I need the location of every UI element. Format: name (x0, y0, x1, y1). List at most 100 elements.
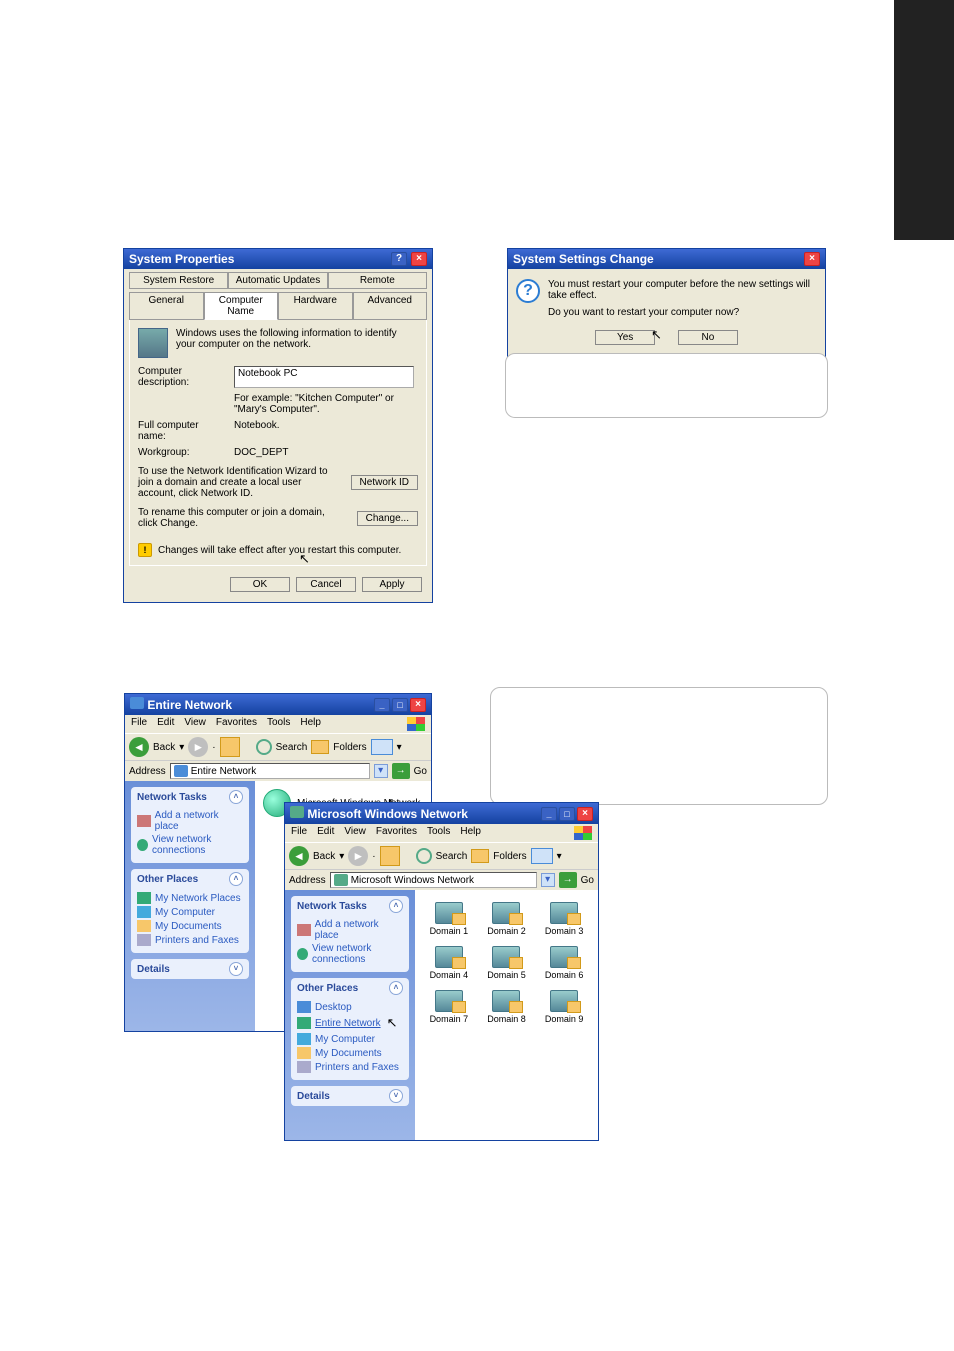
menu-view[interactable]: View (344, 826, 366, 840)
domain-item[interactable]: Domain 2 (481, 902, 533, 936)
desktop-icon (297, 1001, 311, 1013)
menu-tools[interactable]: Tools (267, 717, 290, 731)
documents-icon (137, 920, 151, 932)
sidebar-item-add-network-place[interactable]: Add a network place (137, 809, 243, 833)
side-pane: Network Tasks˄ Add a network place View … (285, 890, 415, 1140)
folders-label[interactable]: Folders (333, 742, 366, 753)
chevron-up-icon[interactable]: ˄ (229, 872, 243, 886)
change-text: To rename this computer or join a domain… (138, 507, 338, 529)
menu-help[interactable]: Help (460, 826, 481, 840)
sidebar-item-desktop[interactable]: Desktop (297, 1000, 403, 1014)
help-icon[interactable]: ? (391, 252, 407, 266)
domain-item[interactable]: Domain 4 (423, 946, 475, 980)
go-icon[interactable]: → (392, 763, 410, 779)
chevron-up-icon[interactable]: ˄ (389, 899, 403, 913)
domain-icon (492, 990, 520, 1012)
menu-file[interactable]: File (291, 826, 307, 840)
back-label[interactable]: Back (153, 742, 175, 753)
domain-item[interactable]: Domain 9 (538, 990, 590, 1024)
sidebar-item-my-computer[interactable]: My Computer (137, 905, 243, 919)
sidebar-item-my-computer[interactable]: My Computer (297, 1032, 403, 1046)
back-icon[interactable]: ◄ (129, 737, 149, 757)
back-label[interactable]: Back (313, 851, 335, 862)
minimize-icon[interactable]: _ (541, 807, 557, 821)
yes-button[interactable]: Yes (595, 330, 655, 345)
domain-item[interactable]: Domain 6 (538, 946, 590, 980)
menu-edit[interactable]: Edit (317, 826, 334, 840)
description-label: Computer description: (138, 366, 228, 388)
views-icon[interactable] (531, 848, 553, 864)
minimize-icon[interactable]: _ (374, 698, 390, 712)
search-label[interactable]: Search (276, 742, 308, 753)
apply-button[interactable]: Apply (362, 577, 422, 592)
go-label[interactable]: Go (414, 766, 427, 777)
titlebar-msgbox: System Settings Change × (508, 249, 825, 269)
dropdown-icon[interactable]: ▾ (374, 764, 388, 778)
domain-item[interactable]: Domain 1 (423, 902, 475, 936)
sidebar-item-view-connections[interactable]: View network connections (297, 942, 403, 966)
go-label[interactable]: Go (581, 875, 594, 886)
sidebar-item-view-connections[interactable]: View network connections (137, 833, 243, 857)
folders-label[interactable]: Folders (493, 851, 526, 862)
views-icon[interactable] (371, 739, 393, 755)
close-icon[interactable]: × (804, 252, 820, 266)
ok-button[interactable]: OK (230, 577, 290, 592)
no-button[interactable]: No (678, 330, 738, 345)
forward-icon[interactable]: ► (188, 737, 208, 757)
address-field[interactable]: Microsoft Windows Network (330, 872, 537, 888)
domain-item[interactable]: Domain 5 (481, 946, 533, 980)
sidebar-item-add-network-place[interactable]: Add a network place (297, 918, 403, 942)
folders-icon[interactable] (311, 740, 329, 754)
tab-remote[interactable]: Remote (328, 272, 427, 289)
change-button[interactable]: Change... (357, 511, 418, 526)
menu-favorites[interactable]: Favorites (376, 826, 417, 840)
chevron-up-icon[interactable]: ˄ (389, 981, 403, 995)
back-icon[interactable]: ◄ (289, 846, 309, 866)
search-label[interactable]: Search (436, 851, 468, 862)
dropdown-icon[interactable]: ▾ (541, 873, 555, 887)
search-icon[interactable] (256, 739, 272, 755)
description-input[interactable]: Notebook PC (234, 366, 414, 388)
tab-advanced[interactable]: Advanced (353, 292, 428, 320)
sidebar-item-entire-network[interactable]: Entire Network↖ (297, 1014, 403, 1032)
sidebar-item-my-documents[interactable]: My Documents (297, 1046, 403, 1060)
chevron-up-icon[interactable]: ˄ (229, 790, 243, 804)
go-icon[interactable]: → (559, 872, 577, 888)
maximize-icon[interactable]: □ (392, 698, 408, 712)
domain-icon (550, 990, 578, 1012)
tab-hardware[interactable]: Hardware (278, 292, 353, 320)
sidebar-item-printers[interactable]: Printers and Faxes (137, 933, 243, 947)
tab-row-2: General Computer Name Hardware Advanced (124, 289, 432, 320)
computer-id-icon (138, 328, 168, 358)
search-icon[interactable] (416, 848, 432, 864)
tab-system-restore[interactable]: System Restore (129, 272, 228, 289)
up-icon[interactable] (220, 737, 240, 757)
menu-view[interactable]: View (184, 717, 206, 731)
menu-favorites[interactable]: Favorites (216, 717, 257, 731)
tab-computer-name[interactable]: Computer Name (204, 292, 279, 320)
domain-item[interactable]: Domain 7 (423, 990, 475, 1024)
domain-item[interactable]: Domain 3 (538, 902, 590, 936)
chevron-down-icon[interactable]: ˅ (389, 1089, 403, 1103)
tab-general[interactable]: General (129, 292, 204, 320)
up-icon[interactable] (380, 846, 400, 866)
sidebar-item-printers[interactable]: Printers and Faxes (297, 1060, 403, 1074)
menu-edit[interactable]: Edit (157, 717, 174, 731)
menu-help[interactable]: Help (300, 717, 321, 731)
menu-tools[interactable]: Tools (427, 826, 450, 840)
domain-item[interactable]: Domain 8 (481, 990, 533, 1024)
maximize-icon[interactable]: □ (559, 807, 575, 821)
forward-icon[interactable]: ► (348, 846, 368, 866)
close-icon[interactable]: × (411, 252, 427, 266)
sidebar-item-my-network-places[interactable]: My Network Places (137, 891, 243, 905)
network-id-button[interactable]: Network ID (351, 475, 418, 490)
menu-file[interactable]: File (131, 717, 147, 731)
folders-icon[interactable] (471, 849, 489, 863)
sidebar-item-my-documents[interactable]: My Documents (137, 919, 243, 933)
address-field[interactable]: Entire Network (170, 763, 370, 779)
close-icon[interactable]: × (410, 698, 426, 712)
cancel-button[interactable]: Cancel (296, 577, 356, 592)
tab-automatic-updates[interactable]: Automatic Updates (228, 272, 327, 289)
chevron-down-icon[interactable]: ˅ (229, 962, 243, 976)
close-icon[interactable]: × (577, 807, 593, 821)
